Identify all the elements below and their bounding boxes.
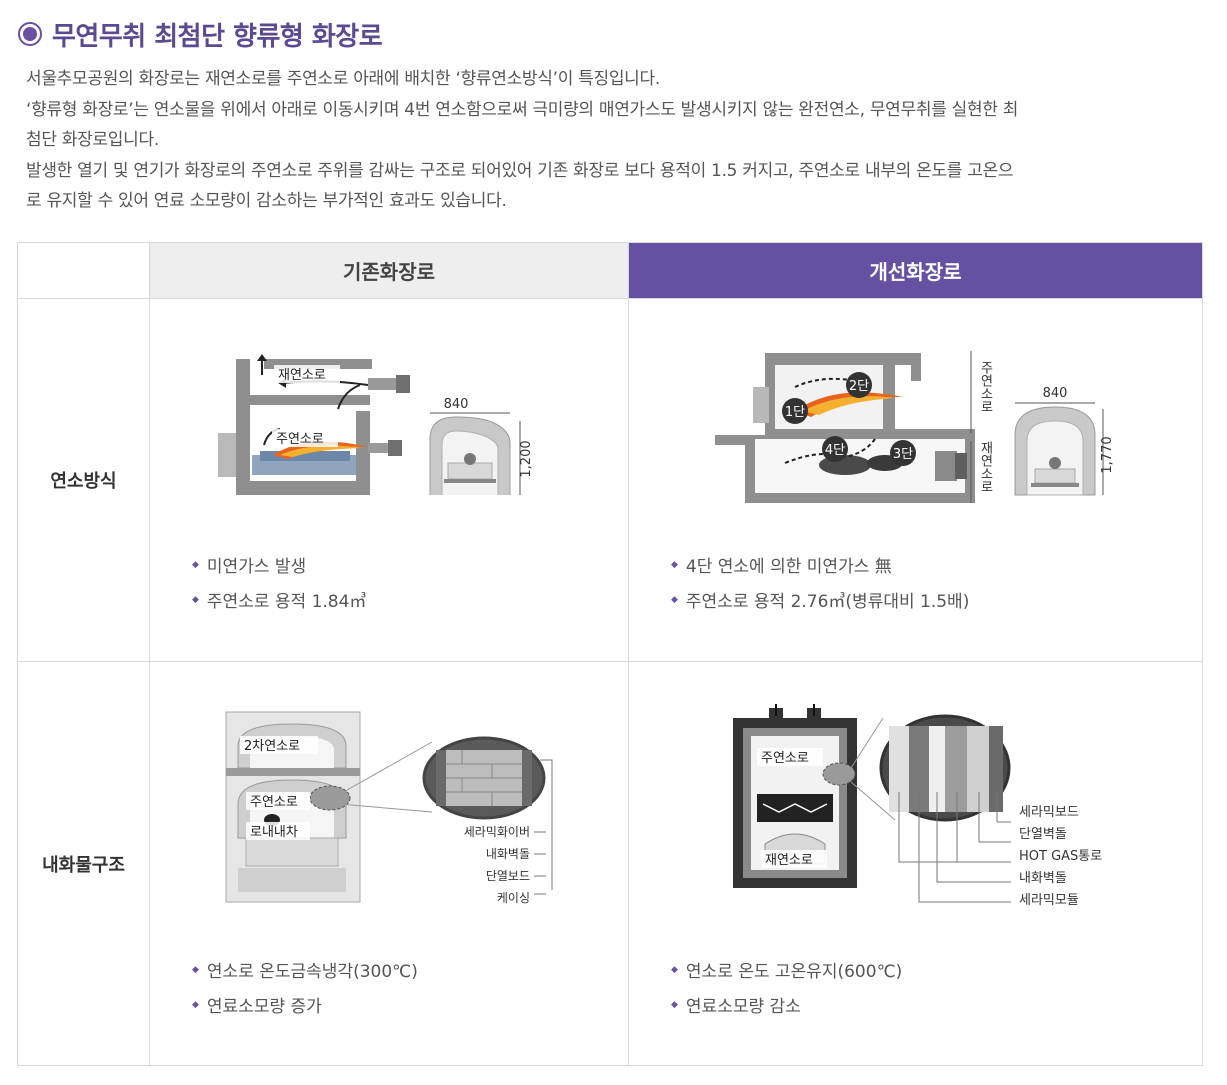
- bullet-item: 연소로 온도 고온유지(600℃): [671, 952, 902, 987]
- column-header-new-furnace: 개선화장로: [628, 242, 1203, 299]
- old-combustion-diagram: 재연소로 주연소로 840 1,200: [218, 354, 534, 495]
- row-label-refractory: 내화물구조: [17, 661, 150, 1066]
- old-refractory-diagram: 2차연소로 주연소로 로내내차 세라믹화이버 내화벽돌 단열보드 케이싱: [225, 711, 553, 905]
- label-reburn-vertical: 재연소로: [978, 441, 993, 493]
- intro-line: 서울추모공원의 화장로는 재연소로를 주연소로 아래에 배치한 ‘향류연소방식’…: [26, 69, 660, 89]
- layer-label: 세라믹화이버: [464, 825, 530, 839]
- section-title: 무연무취 최첨단 향류형 화장로: [52, 21, 383, 52]
- layer-label: HOT GAS통로: [1019, 849, 1102, 864]
- bullet-item: 연료소모량 감소: [671, 987, 902, 1022]
- dimension-width: 840: [1043, 386, 1068, 401]
- intro-line: 로 유지할 수 있어 연료 소모량이 감소하는 부가적인 효과도 있습니다.: [26, 191, 507, 211]
- label-main-furnace: 주연소로: [276, 432, 324, 447]
- old-furnace-drawing: 재연소로 주연소로: [218, 354, 410, 495]
- intro-line: 발생한 열기 및 연기가 화장로의 주연소로 주위를 감싸는 구조로 되어있어 …: [26, 160, 1014, 181]
- column-header-old-furnace: 기존화장로: [149, 242, 629, 299]
- new-wall-detail-drawing: 세라믹보드 단열벽돌 HOT GAS통로 내화벽돌 세라믹모듈: [850, 714, 1102, 908]
- intro-line: ‘향류형 화장로’는 연소물을 위에서 아래로 이동시키며 4번 연소함으로써 …: [26, 99, 1019, 120]
- bullet-item: 연료소모량 증가: [192, 987, 418, 1022]
- dimension-height: 1,770: [1100, 436, 1115, 473]
- label-main-furnace: 주연소로: [250, 795, 298, 810]
- layer-label: 케이싱: [497, 891, 530, 905]
- label-reburn-furnace: 재연소로: [765, 853, 813, 868]
- dimension-width: 840: [444, 397, 469, 412]
- bullet-item: 주연소로 용적 1.84㎥: [192, 582, 367, 617]
- label-reburn: 재연소로: [278, 368, 326, 383]
- table-header-row: 기존화장로 개선화장로: [17, 242, 1203, 299]
- bullet-item: 연소로 온도금속냉각(300℃): [192, 952, 418, 987]
- label-cart: 로내내차: [250, 825, 298, 840]
- cell-old-combustion: 재연소로 주연소로 840 1,200 미연: [149, 298, 629, 662]
- label-secondary-furnace: 2차연소로: [244, 739, 300, 754]
- label-stage-4: 4단: [825, 443, 845, 458]
- layer-label: 세라믹모듈: [1019, 893, 1079, 908]
- dimension-height: 1,200: [519, 440, 534, 477]
- bullet-item: 미연가스 발생: [192, 547, 366, 582]
- new-combustion-bullets: 4단 연소에 의한 미연가스 無 주연소로 용적 2.76㎥(병류대비 1.5배…: [671, 547, 969, 617]
- layer-label: 세라믹보드: [1019, 805, 1079, 820]
- new-refractory-bullets: 연소로 온도 고온유지(600℃) 연료소모량 감소: [671, 952, 902, 1022]
- intro-text: 서울추모공원의 화장로는 재연소로를 주연소로 아래에 배치한 ‘향류연소방식’…: [26, 64, 1206, 217]
- table-row-combustion: 연소방식 재연소로 주연소로 840 1,200 ◆ 미연가스 발생 ◆ 주연소…: [17, 298, 1203, 662]
- label-stage-3: 3단: [893, 447, 913, 462]
- label-main-furnace: 주연소로: [761, 751, 809, 766]
- old-wall-detail-drawing: 세라믹화이버 내화벽돌 단열보드 케이싱: [339, 736, 553, 905]
- old-combustion-bullets: 미연가스 발생 주연소로 용적 1.84㎥: [192, 547, 367, 617]
- old-furnace-section-drawing: 2차연소로 주연소로 로내내차: [225, 711, 361, 903]
- old-refractory-bullets: 연소로 온도금속냉각(300℃) 연료소모량 증가: [192, 952, 418, 1022]
- table-header-blank: [17, 242, 150, 299]
- comparison-table: 기존화장로 개선화장로 연소방식 재연소로 주연소로 840 1,200 ◆ 미…: [17, 242, 1203, 1066]
- new-refractory-diagram: 주연소로 재연소로 세라믹보드 단열벽돌 HOT GAS통로 내화벽돌 세라믹모…: [733, 704, 1102, 908]
- label-main-vertical: 주연소로: [978, 361, 993, 413]
- label-stage-1: 1단: [785, 405, 805, 420]
- new-furnace-section-drawing: 주연소로 재연소로: [733, 704, 857, 888]
- new-cross-section-drawing: 840 1,770: [1014, 386, 1115, 496]
- old-cross-section-drawing: 840 1,200: [429, 397, 534, 495]
- layer-label: 내화벽돌: [486, 847, 530, 861]
- cell-old-refractory: 2차연소로 주연소로 로내내차 세라믹화이버 내화벽돌 단열보드 케이싱 ◆ 연…: [149, 661, 629, 1066]
- cell-new-refractory: 주연소로 재연소로 세라믹보드 단열벽돌 HOT GAS통로 내화벽돌 세라믹모…: [628, 661, 1203, 1066]
- circle-bullet-icon: [18, 22, 42, 46]
- table-row-refractory: 내화물구조 2차연소로 주연소로 로내내차 세라믹화이버 내화벽돌 단열보드 케…: [17, 661, 1203, 1066]
- layer-label: 단열벽돌: [1019, 827, 1067, 842]
- label-stage-2: 2단: [849, 379, 869, 394]
- layer-label: 단열보드: [486, 869, 530, 883]
- new-combustion-diagram: 1단 2단 3단 4단 주연소로 재연소로 840 1,770: [715, 351, 1115, 503]
- section-heading: 무연무취 최첨단 향류형 화장로: [18, 14, 383, 54]
- bullet-item: 4단 연소에 의한 미연가스 無: [671, 547, 969, 582]
- intro-line: 첨단 화장로입니다.: [26, 130, 159, 150]
- cell-new-combustion: 1단 2단 3단 4단 주연소로 재연소로 840 1,770 ◆ 4단 연소에…: [628, 298, 1203, 662]
- new-furnace-drawing: 1단 2단 3단 4단 주연소로 재연소로: [715, 351, 993, 503]
- bullet-item: 주연소로 용적 2.76㎥(병류대비 1.5배): [671, 582, 969, 617]
- layer-label: 내화벽돌: [1019, 871, 1067, 886]
- row-label-combustion: 연소방식: [17, 298, 150, 662]
